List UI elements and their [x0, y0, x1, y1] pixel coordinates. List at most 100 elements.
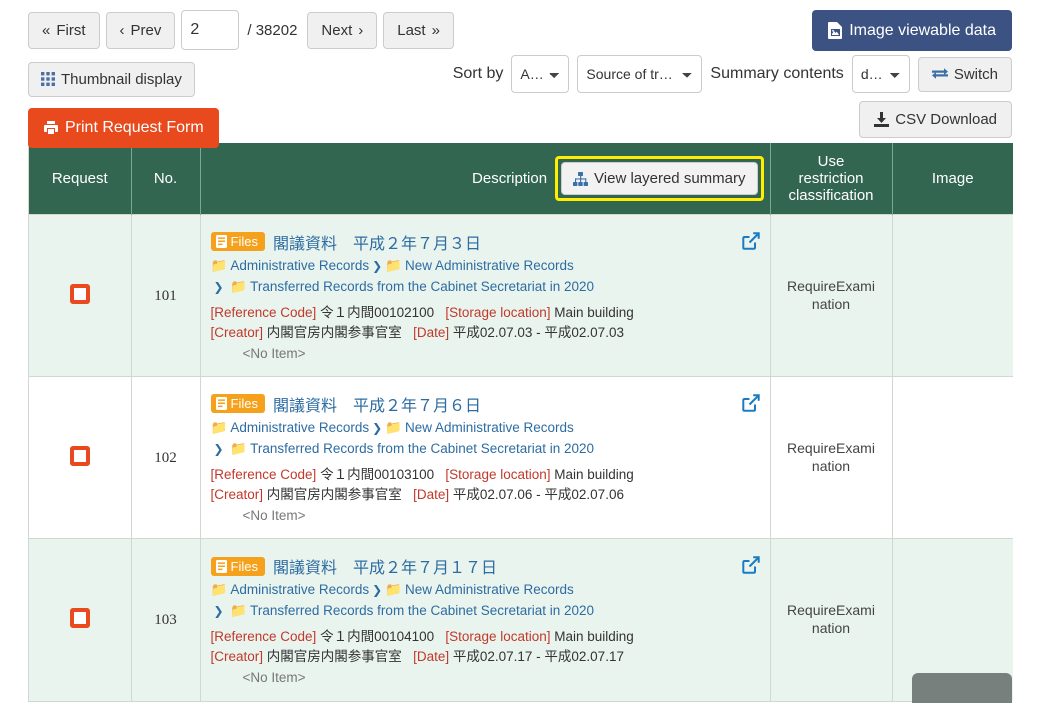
header-description: Description View layered summary — [199, 143, 770, 215]
document-title[interactable]: 閣議資料 平成２年７月３日 — [273, 230, 481, 254]
breadcrumb-item-3[interactable]: Transferred Records from the Cabinet Sec… — [250, 441, 594, 456]
csv-download-container: CSV Download — [859, 101, 1012, 138]
external-link-icon[interactable] — [741, 394, 760, 414]
page-number-input[interactable] — [181, 10, 240, 50]
printer-icon — [43, 120, 59, 136]
sort-order-select[interactable]: Asc⋯ — [511, 55, 570, 93]
breadcrumb-item-1[interactable]: Administrative Records — [230, 420, 369, 435]
breadcrumb-item-2[interactable]: New Administrative Records — [405, 420, 574, 435]
storage-location-value: Main building — [554, 466, 634, 482]
description-cell: Files 閣議資料 平成２年７月６日 📁 Administrative Reco… — [199, 376, 770, 539]
view-layered-summary-highlight: View layered summary — [555, 156, 764, 201]
thumbnail-display-button[interactable]: Thumbnail display — [28, 61, 195, 97]
sitemap-icon — [573, 171, 589, 186]
date-key: [Date] — [413, 486, 450, 502]
use-restriction-line1: RequireExami — [787, 278, 875, 294]
table-header-row: Request No. Description View layered sum… — [29, 143, 1013, 215]
download-icon — [874, 112, 890, 127]
folder-icon: 📁 — [210, 257, 228, 273]
print-request-form-button[interactable]: Print Request Form — [28, 108, 219, 148]
use-restriction-line1: RequireExami — [787, 602, 875, 619]
breadcrumb: 📁 Administrative Records ❯ 📁 New Administrat… — [211, 418, 734, 460]
date-value: 平成02.07.03 - 平成02.07.03 — [452, 324, 624, 340]
document-title[interactable]: 閣議資料 平成２年７月６日 — [273, 392, 481, 416]
image-viewable-data-button[interactable]: Image viewable data — [812, 10, 1012, 51]
results-table-body: 101 Files 閣議資料 平成２年７月３日 📁 Administrative… — [29, 214, 1013, 701]
scroll-to-top-button[interactable] — [912, 673, 1012, 703]
folder-icon: 📁 — [230, 603, 248, 618]
next-page-label: Next — [321, 21, 353, 39]
request-checkbox[interactable] — [69, 284, 90, 304]
print-request-form-label: Print Request Form — [65, 119, 204, 136]
folder-icon: 📁 — [385, 419, 402, 435]
header-description-label: Description — [472, 170, 548, 187]
summary-contents-label: Summary contents — [710, 65, 844, 82]
first-page-button[interactable]: « First — [28, 11, 100, 49]
use-restriction-cell: RequireExami nation — [769, 214, 892, 377]
request-cell — [29, 214, 131, 377]
request-cell — [29, 538, 131, 701]
request-checkbox[interactable] — [69, 608, 90, 629]
no-cell: 103 — [130, 538, 200, 701]
external-link-icon[interactable] — [741, 556, 760, 576]
grid-icon — [41, 72, 55, 86]
sort-field-select[interactable]: Source of tra⋯ — [577, 55, 703, 93]
use-restriction-line2: nation — [811, 457, 851, 474]
breadcrumb: 📁 Administrative Records ❯ 📁 New Administrat… — [211, 256, 734, 298]
creator-value: 内閣官房内閣参事官室 — [266, 324, 402, 340]
breadcrumb-item-1[interactable]: Administrative Records — [230, 258, 369, 273]
header-use-restriction-classification: Use restriction classification — [769, 143, 892, 215]
reference-code-key: [Reference Code] — [210, 628, 317, 644]
swap-arrows-icon — [931, 67, 948, 81]
chevron-right-icon: ❯ — [213, 279, 224, 294]
breadcrumb-item-3[interactable]: Transferred Records from the Cabinet Sec… — [250, 279, 594, 294]
request-checkbox[interactable] — [69, 446, 90, 466]
image-viewable-data-container: Image viewable data — [812, 10, 1012, 51]
results-table-container: Request No. Description View layered sum… — [28, 143, 1013, 702]
header-use-line3: classification — [788, 187, 874, 204]
switch-button[interactable]: Switch — [917, 56, 1012, 92]
no-cell: 102 — [130, 376, 200, 539]
records-search-results-page: « First ‹ Prev / 38202 Next › Last » — [0, 0, 1040, 703]
image-viewable-data-label: Image viewable data — [849, 21, 996, 39]
request-cell — [29, 376, 131, 539]
use-restriction-line1: RequireExami — [787, 440, 875, 456]
reference-code-value: 令１内間00102100 — [320, 304, 435, 320]
breadcrumb-item-3[interactable]: Transferred Records from the Cabinet Sec… — [250, 603, 594, 618]
summary-contents-select[interactable]: def⋯ — [851, 55, 910, 93]
reference-code-value: 令１内間00103100 — [320, 466, 435, 482]
next-page-button[interactable]: Next › — [307, 11, 378, 49]
storage-location-value: Main building — [554, 304, 634, 320]
results-table: Request No. Description View layered sum… — [29, 143, 1013, 701]
breadcrumb-item-1[interactable]: Administrative Records — [230, 582, 369, 597]
header-image: Image — [891, 143, 1013, 215]
header-use-line2: restriction — [798, 170, 864, 187]
folder-icon: 📁 — [385, 257, 402, 273]
creator-key: [Creator] — [210, 324, 264, 340]
table-row: 101 Files 閣議資料 平成２年７月３日 📁 Administrative… — [29, 214, 1013, 377]
reference-code-value: 令１内間00104100 — [320, 628, 435, 644]
record-metadata: [Reference Code] 令１内間00104100 [Storage l… — [211, 627, 734, 668]
creator-key: [Creator] — [210, 649, 264, 665]
switch-label: Switch — [953, 65, 998, 83]
folder-icon: 📁 — [210, 419, 228, 435]
chevron-right-icon: ❯ — [372, 258, 383, 273]
files-badge: Files — [210, 394, 265, 414]
date-value: 平成02.07.06 - 平成02.07.06 — [452, 486, 624, 502]
header-use-line1: Use — [817, 153, 845, 170]
storage-location-key: [Storage location] — [445, 628, 551, 644]
view-layered-summary-button[interactable]: View layered summary — [561, 162, 758, 195]
last-page-button[interactable]: Last » — [383, 11, 454, 49]
files-badge-label: Files — [230, 234, 258, 250]
no-item-label: <No Item> — [242, 508, 306, 524]
prev-page-button[interactable]: ‹ Prev — [105, 11, 176, 49]
file-image-icon — [828, 22, 843, 39]
double-chevron-right-icon: » — [431, 21, 440, 39]
reference-code-key: [Reference Code] — [210, 466, 317, 482]
files-badge-label: Files — [230, 396, 258, 412]
external-link-icon[interactable] — [741, 232, 760, 252]
breadcrumb-item-2[interactable]: New Administrative Records — [405, 582, 574, 597]
breadcrumb-item-2[interactable]: New Administrative Records — [405, 258, 574, 273]
document-title[interactable]: 閣議資料 平成２年７月１７日 — [273, 554, 497, 578]
csv-download-button[interactable]: CSV Download — [859, 101, 1012, 138]
